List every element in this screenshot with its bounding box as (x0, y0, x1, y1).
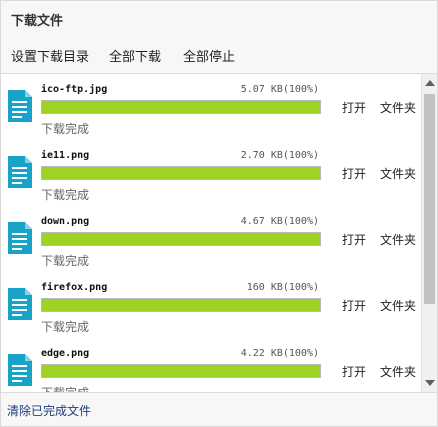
open-folder-button[interactable]: 文件夹 (380, 165, 416, 182)
set-download-dir-button[interactable]: 设置下载目录 (11, 46, 89, 65)
file-name: ie11.png (41, 150, 90, 161)
download-list: ico-ftp.jpg 5.07 KB(100%) 下载完成 打开 文件夹 ie… (1, 74, 421, 392)
file-name: edge.png (41, 348, 90, 359)
window-title: 下载文件 (11, 14, 64, 29)
progress-fill (42, 101, 320, 113)
open-button[interactable]: 打开 (342, 297, 366, 314)
status-text: 下载完成 (41, 188, 90, 202)
open-button[interactable]: 打开 (342, 363, 366, 380)
progress-bar (41, 232, 321, 246)
document-icon (8, 222, 32, 254)
document-icon (8, 288, 32, 320)
download-item: firefox.png 160 KB(100%) 下载完成 打开 文件夹 (1, 272, 421, 339)
download-item: edge.png 4.22 KB(100%) 下载完成 打开 文件夹 (1, 338, 421, 392)
clear-completed-button[interactable]: 清除已完成文件 (7, 402, 91, 419)
file-size: 160 KB(100%) (246, 282, 319, 293)
progress-bar (41, 166, 321, 180)
open-button[interactable]: 打开 (342, 165, 366, 182)
progress-fill (42, 233, 320, 245)
open-folder-button[interactable]: 文件夹 (380, 99, 416, 116)
file-size: 2.70 KB(100%) (240, 150, 319, 161)
file-name: down.png (41, 216, 90, 227)
open-folder-button[interactable]: 文件夹 (380, 231, 416, 248)
open-folder-button[interactable]: 文件夹 (380, 297, 416, 314)
status-text: 下载完成 (41, 122, 90, 136)
title-bar: 下载文件 (1, 1, 437, 35)
progress-bar (41, 100, 321, 114)
progress-fill (42, 365, 320, 377)
stop-all-button[interactable]: 全部停止 (183, 46, 235, 65)
vertical-scrollbar[interactable] (421, 74, 437, 392)
file-size: 5.07 KB(100%) (240, 84, 319, 95)
document-icon (8, 156, 32, 188)
status-text: 下载完成 (41, 384, 89, 392)
download-all-button[interactable]: 全部下载 (109, 46, 161, 65)
download-item: ie11.png 2.70 KB(100%) 下载完成 打开 文件夹 (1, 140, 421, 207)
open-folder-button[interactable]: 文件夹 (380, 363, 416, 380)
document-icon (8, 354, 32, 386)
file-size: 4.22 KB(100%) (240, 348, 319, 359)
document-icon (8, 90, 32, 122)
file-name: firefox.png (41, 282, 108, 293)
download-item: ico-ftp.jpg 5.07 KB(100%) 下载完成 打开 文件夹 (1, 74, 421, 141)
scroll-up-arrow-icon[interactable] (425, 80, 435, 86)
download-window: 下载文件 设置下载目录 全部下载 全部停止 ico-ftp.jpg 5.07 K… (0, 0, 438, 427)
status-text: 下载完成 (41, 320, 90, 334)
progress-fill (42, 167, 320, 179)
open-button[interactable]: 打开 (342, 231, 366, 248)
footer-bar: 清除已完成文件 (1, 392, 437, 426)
toolbar: 设置下载目录 全部下载 全部停止 (1, 35, 437, 74)
progress-bar (41, 364, 321, 378)
file-name: ico-ftp.jpg (41, 84, 108, 95)
download-item: down.png 4.67 KB(100%) 下载完成 打开 文件夹 (1, 206, 421, 273)
scroll-down-arrow-icon[interactable] (425, 380, 435, 386)
progress-fill (42, 299, 320, 311)
scrollbar-thumb[interactable] (424, 94, 435, 304)
open-button[interactable]: 打开 (342, 99, 366, 116)
file-size: 4.67 KB(100%) (240, 216, 319, 227)
progress-bar (41, 298, 321, 312)
status-text: 下载完成 (41, 254, 90, 268)
